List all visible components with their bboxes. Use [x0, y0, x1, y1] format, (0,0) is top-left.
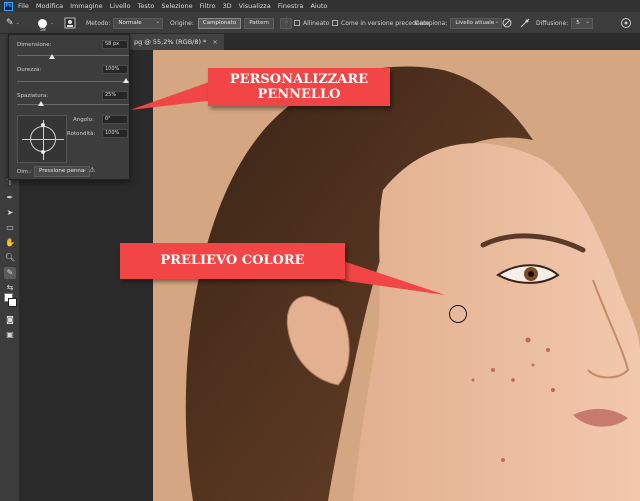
- hand-tool-icon[interactable]: ✋: [4, 237, 16, 249]
- zoom-tool-icon[interactable]: 🔍︎: [4, 252, 16, 264]
- document-tab[interactable]: pg @ 55,2% (RGB/8) * ×: [130, 34, 224, 50]
- pressure-size-icon[interactable]: [620, 12, 632, 34]
- roundness-label: Rotondità:: [67, 131, 96, 137]
- menu-3d[interactable]: 3D: [223, 2, 232, 10]
- menu-selezione[interactable]: Selezione: [161, 2, 192, 10]
- screen-mode-icon[interactable]: ▣: [4, 329, 16, 341]
- healing-brush-tool-icon[interactable]: ✎ ⌄: [6, 12, 20, 34]
- spacing-slider[interactable]: [17, 104, 129, 105]
- roundness-handle[interactable]: [41, 123, 45, 127]
- sample-select[interactable]: Livello attuale: [450, 17, 503, 29]
- size-input[interactable]: 58 px: [102, 40, 128, 49]
- roundness-input[interactable]: 100%: [102, 129, 128, 138]
- brush-size-value: 58: [40, 27, 46, 33]
- spacing-slider-thumb[interactable]: [38, 101, 45, 106]
- rectangle-tool-icon[interactable]: ▭: [4, 222, 16, 234]
- size-slider[interactable]: [17, 55, 129, 56]
- menu-aiuto[interactable]: Aiuto: [310, 2, 327, 10]
- divider: [286, 16, 287, 30]
- sample-callout-pointer: [340, 260, 445, 295]
- menu-filtro[interactable]: Filtro: [200, 2, 216, 10]
- angle-input[interactable]: 0°: [102, 115, 128, 124]
- brush-settings-icon[interactable]: [64, 12, 76, 34]
- source-pattern-button[interactable]: Pattern: [244, 17, 274, 29]
- sample-label: Campiona:: [415, 19, 448, 27]
- roundness-handle-bottom[interactable]: [41, 150, 45, 154]
- document-title: pg @ 55,2% (RGB/8) *: [134, 38, 207, 46]
- size-label: Dimensione:: [17, 42, 52, 48]
- menu-livello[interactable]: Livello: [110, 2, 131, 10]
- menu-visualizza[interactable]: Visualizza: [239, 2, 271, 10]
- menu-bar: Ps File Modifica Immagine Livello Testo …: [0, 0, 640, 12]
- document-tab-bar: pg @ 55,2% (RGB/8) * ×: [130, 34, 640, 50]
- brush-preview-icon: [38, 18, 47, 28]
- aligned-label: Allineato: [303, 19, 330, 27]
- background-color-swatch[interactable]: [8, 298, 17, 307]
- brush-callout: PERSONALIZZARE PENNELLO: [208, 68, 390, 106]
- close-icon[interactable]: ×: [212, 38, 217, 46]
- sample-cursor-icon: [449, 305, 467, 323]
- pen-pressure-select[interactable]: Pressione penna: [34, 165, 90, 177]
- airbrush-icon[interactable]: [520, 12, 530, 34]
- options-bar: ✎⌄ 58 ⌄ Metodo: Normale Origine: Campion…: [0, 12, 640, 34]
- spacing-label: Spaziatura:: [17, 93, 49, 99]
- dim-label: Dim.:: [17, 169, 32, 175]
- photoshop-logo[interactable]: Ps: [4, 1, 13, 11]
- angle-roundness-widget[interactable]: [17, 115, 67, 163]
- pen-tool-icon[interactable]: ✒: [4, 192, 16, 204]
- quick-mask-icon[interactable]: ◙: [4, 314, 16, 326]
- warning-icon: ⚠: [89, 166, 96, 174]
- ignore-adjustment-icon[interactable]: [502, 12, 512, 34]
- menu-testo[interactable]: Testo: [138, 2, 155, 10]
- brush-settings-panel: Dimensione: 58 px Durezza: 100% Spaziatu…: [8, 34, 130, 180]
- hardness-label: Durezza:: [17, 67, 42, 73]
- menu-finestra[interactable]: Finestra: [278, 2, 304, 10]
- diffusion-label: Diffusione:: [536, 19, 569, 27]
- brush-preset-picker[interactable]: 58 ⌄: [38, 12, 54, 34]
- method-select[interactable]: Normale: [113, 17, 164, 29]
- menu-file[interactable]: File: [18, 2, 29, 10]
- method-label: Metodo:: [86, 19, 111, 27]
- angle-label: Angolo:: [73, 117, 94, 123]
- hardness-slider[interactable]: [17, 81, 129, 82]
- diffusion-select[interactable]: 5: [571, 17, 594, 29]
- previous-version-checkbox[interactable]: [332, 20, 338, 26]
- healing-brush-icon[interactable]: ✎: [4, 267, 16, 279]
- source-sampled-button[interactable]: Campionato: [197, 17, 242, 29]
- path-selection-icon[interactable]: ➤: [4, 207, 16, 219]
- aligned-checkbox[interactable]: [294, 20, 300, 26]
- source-label: Origine:: [170, 19, 194, 27]
- size-slider-thumb[interactable]: [48, 54, 55, 59]
- menu-immagine[interactable]: Immagine: [70, 2, 103, 10]
- menu-modifica[interactable]: Modifica: [36, 2, 63, 10]
- sample-callout: PRELIEVO COLORE: [120, 243, 345, 279]
